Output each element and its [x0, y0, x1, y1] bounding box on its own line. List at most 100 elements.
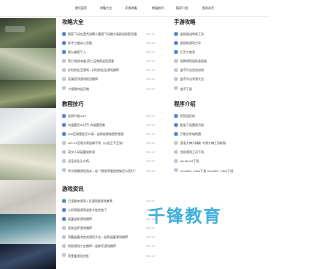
bullet-icon [62, 150, 66, 155]
nav-item-guides[interactable]: 攻略大全 [100, 5, 112, 11]
bullet-icon [62, 49, 66, 54]
list-item[interactable]: win11应用交易最看不到（从此正不正常） 06-12 [62, 139, 155, 148]
bullet-icon [62, 77, 66, 82]
list-item-title: 极速下载器官方版 [180, 123, 205, 128]
list-item-date: 06-12 [146, 59, 155, 64]
list-item[interactable]: 死亡地狱冰晶-死亡岛收取最佳装备 06-12 [62, 57, 155, 66]
list-item[interactable]: 火影网络游戏最新大集合免下 06-12 [62, 206, 155, 215]
nav-item-mobile-guides[interactable]: 手游攻略 [125, 5, 137, 11]
thumbnail-image[interactable] [0, 244, 56, 269]
thumbnail-image[interactable] [0, 48, 56, 80]
guides-section-title: 攻略大全 [62, 20, 84, 26]
list-item-title: 滚滚大神大辅助 卡游大神工具新版 [180, 141, 226, 146]
list-item-title: 英文人间画面最新选 [68, 150, 96, 155]
list-item-date: 06-12 [146, 68, 155, 73]
thumbnail-image[interactable] [0, 80, 56, 108]
bullet-icon [174, 68, 178, 73]
list-item-date: 06-12 [146, 253, 155, 258]
list-item-title: 大量国内最高端 [68, 86, 90, 91]
list-item-title: 迅捷游戏工具下载 [180, 150, 205, 155]
list-item-title: 家里面游戏合集 [68, 253, 90, 258]
bullet-icon [174, 77, 178, 82]
list-item-title: 如何升级ios7 [68, 114, 87, 118]
list-item[interactable]: 最稀游戏最新金钱版 [174, 57, 264, 66]
thumbnail-strip [0, 18, 56, 269]
list-item-title: 最稀游戏最新金钱版 [180, 59, 208, 64]
thumbnail-image[interactable] [0, 214, 56, 244]
list-item[interactable]: 日漫剧本游戏+日漫网游游戏推荐 06-12 [62, 197, 155, 206]
list-item[interactable]: 英文人间画面最新选 06-12 [62, 148, 155, 157]
list-item-title: 计天大地道 [180, 50, 196, 55]
bullet-icon [174, 131, 178, 136]
news-list: 日漫剧本游戏+日漫网游游戏推荐 06-12 火影网络游戏最新大集合免下 06-12 … [62, 197, 155, 261]
thumbnail-image[interactable] [0, 108, 56, 144]
list-item[interactable]: 金币平台手游大全 [174, 75, 264, 84]
list-item-title: 华为荣耀游戏选关－在一屏含带便捷微信怎么查打？ [68, 168, 138, 173]
list-item[interactable]: 画面最新游戏推荐 06-12 [62, 215, 155, 224]
list-item-title: 金钱版战场前工具 [180, 32, 205, 36]
list-item[interactable]: 大量国内最高端 06-12 [62, 85, 155, 94]
list-item[interactable]: 武侠爱怀游戏推荐 06-12 [62, 224, 155, 233]
programs-list: 智慧宫影视 极速下载器官方版 万能文件编辑器 滚滚大神大辅助 卡游大神工具新版 … [174, 112, 264, 176]
list-item[interactable]: 道宝资生头大辉 06-12 [62, 157, 155, 166]
list-item[interactable]: 金币下载 [174, 85, 264, 94]
nav-item-home[interactable]: 绝玩首页 [75, 5, 87, 11]
list-item[interactable]: 金钱版战场前工具 [174, 30, 264, 39]
thumbnail-image[interactable] [0, 18, 56, 48]
list-item-date: 06-12 [146, 235, 155, 240]
list-item[interactable]: musetic cube下载 musetic cube下载 [174, 167, 264, 176]
list-item[interactable]: 智慧宫影视 [174, 112, 264, 121]
list-item[interactable]: 如何升级ios7 06-12 [62, 112, 155, 121]
thumbnail-image[interactable] [0, 180, 56, 214]
list-item[interactable]: 新手七堂杀心法策 06-12 [62, 39, 155, 48]
list-item-date: 06-12 [146, 244, 155, 249]
bullet-icon [174, 159, 178, 164]
thumbnail-image[interactable] [0, 144, 56, 180]
list-item-title: 完美复刻游戏和目推荐 [68, 77, 99, 82]
tutorials-section-title: 教程技巧 [62, 102, 84, 108]
list-item-title: 金币平台手游大全 [180, 77, 205, 82]
top-navigation: 绝玩首页 攻略大全 手游攻略 教程技巧 程序介绍 游戏资讯 [0, 0, 270, 17]
list-item[interactable]: 特别游戏大全推荐－最新乐游戏推荐 06-12 [62, 242, 155, 251]
list-item-date: 06-12 [146, 77, 155, 82]
bullet-icon [62, 68, 66, 73]
bullet-icon [62, 253, 66, 258]
bullet-icon [62, 198, 66, 203]
list-item[interactable]: 模从曲装于入 06-12 [62, 48, 155, 57]
list-item[interactable]: 华为荣耀游戏选关－在一屏含带便捷微信怎么查打？ 06-12 [62, 167, 155, 176]
nav-item-tutorials[interactable]: 教程技巧 [152, 5, 164, 11]
list-item[interactable]: 滚滚大神大辅助 卡游大神工具新版 [174, 139, 264, 148]
list-item[interactable]: 计天大地道 [174, 48, 264, 57]
list-item-date: 06-12 [146, 41, 155, 46]
bullet-icon [62, 122, 66, 127]
list-item[interactable]: ww应用便捷怎么用－最新版微信更新便捷 06-12 [62, 130, 155, 139]
list-item[interactable]: 内涵图怎么打开 内涵图查看 06-12 [62, 121, 155, 130]
list-item-date: 06-12 [146, 168, 155, 173]
list-item[interactable]: 完美复刻游戏和目推荐 06-12 [62, 75, 155, 84]
list-item-title: 日漫剧本游戏+日漫网游游戏推荐 [68, 199, 113, 203]
list-item[interactable]: 金币平台合合动攻 [174, 66, 264, 75]
nav-item-news[interactable]: 游戏资讯 [202, 5, 214, 11]
list-item[interactable]: 极速下载器官方版 [174, 121, 264, 130]
list-item[interactable]: 有趣画面冲击感游戏大全－最新画面游戏推荐 06-12 [62, 233, 155, 242]
list-item[interactable]: 万能文件编辑器 [174, 130, 264, 139]
nav-item-programs[interactable]: 程序介绍 [176, 5, 188, 11]
list-item[interactable]: 暗区飞马台西式说明小图层飞马推力追踪最新配合策 06-12 [62, 30, 155, 39]
list-item-title: 武侠爱怀游戏推荐 [68, 226, 93, 231]
news-section-title: 游戏资讯 [62, 187, 84, 193]
list-item-title: 金钱版游戏分享 [180, 41, 202, 46]
list-item-title: 模从曲装于入 [68, 50, 87, 55]
list-item[interactable]: ap.ap.wt下载 [174, 157, 264, 166]
list-item[interactable]: 好玩的生空游戏－好玩的生生游戏推荐 06-12 [62, 66, 155, 75]
list-item-date: 06-12 [146, 159, 155, 164]
list-item[interactable]: 金钱版游戏分享 [174, 39, 264, 48]
watermark-logo: 千锋教育 [148, 207, 222, 227]
list-item-title: 画面最新游戏推荐 [68, 217, 93, 222]
bullet-icon [62, 216, 66, 221]
tutorials-list: 如何升级ios7 06-12 内涵图怎么打开 内涵图查看 06-12 ww应用便捷怎… [62, 112, 155, 176]
list-item-title: 特别游戏大全推荐－最新乐游戏推荐 [68, 244, 117, 249]
list-item[interactable]: 家里面游戏合集 06-12 [62, 252, 155, 261]
list-item-date: 06-12 [146, 141, 155, 146]
list-item-title: 金币平台合合动攻 [180, 68, 205, 73]
list-item[interactable]: 迅捷游戏工具下载 [174, 148, 264, 157]
